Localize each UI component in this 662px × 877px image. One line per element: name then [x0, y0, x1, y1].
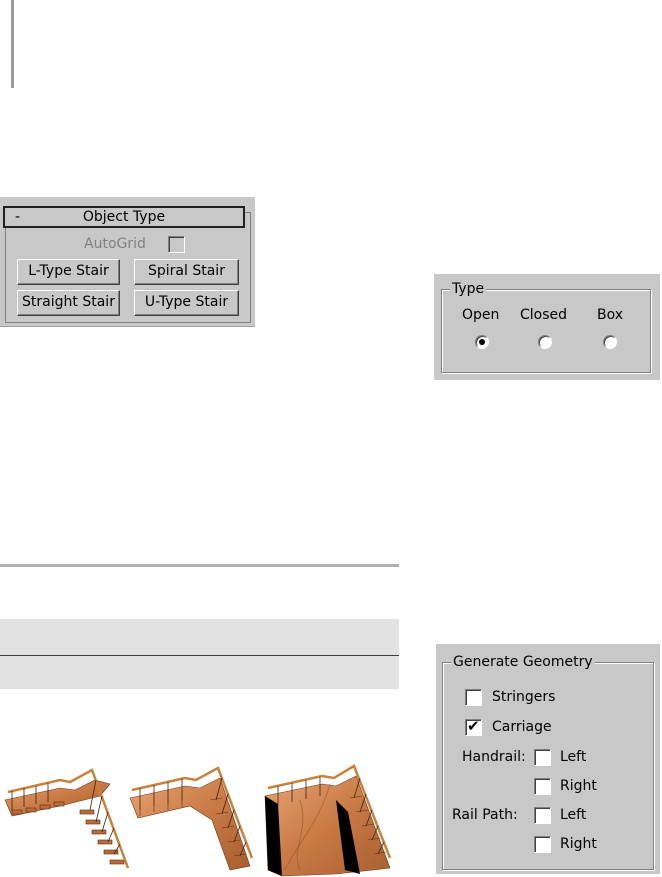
- section-divider: [0, 564, 399, 567]
- stair-illustrations: [4, 764, 392, 877]
- rail-path-left-checkbox[interactable]: [534, 807, 551, 824]
- box-label: Box: [597, 307, 624, 323]
- type-group-title: Type: [450, 280, 487, 298]
- l-type-stair-button[interactable]: L-Type Stair: [17, 259, 120, 285]
- margin-rule: [11, 0, 14, 88]
- straight-stair-button[interactable]: Straight Stair: [17, 290, 120, 316]
- u-type-stair-button[interactable]: U-Type Stair: [134, 290, 239, 316]
- checkmark-icon: ✔: [467, 717, 480, 735]
- box-radio[interactable]: [603, 335, 617, 349]
- rail-path-left-label: Left: [560, 807, 587, 823]
- open-label: Open: [462, 307, 500, 323]
- stringers-checkbox[interactable]: [465, 689, 482, 706]
- rail-path-right-label: Right: [560, 836, 597, 852]
- carriage-label: Carriage: [492, 719, 552, 735]
- object-type-rollout: - Object Type AutoGrid L-Type Stair Spir…: [0, 197, 255, 327]
- object-type-header[interactable]: - Object Type: [3, 206, 245, 228]
- rail-path-right-checkbox[interactable]: [534, 836, 551, 853]
- closed-stair-image: [129, 766, 254, 871]
- type-group-frame: Type: [441, 280, 651, 373]
- generate-geometry-rollout: Generate Geometry Stringers ✔ Carriage H…: [436, 644, 660, 874]
- selected-dot: [479, 339, 485, 345]
- handrail-right-label: Right: [560, 778, 597, 794]
- carriage-checkbox[interactable]: ✔: [465, 717, 482, 736]
- handrail-label: Handrail:: [462, 749, 526, 765]
- rail-path-label: Rail Path:: [452, 807, 518, 823]
- handrail-left-label: Left: [560, 749, 587, 765]
- spiral-stair-button[interactable]: Spiral Stair: [134, 259, 239, 285]
- stringers-label: Stringers: [492, 689, 556, 705]
- closed-label: Closed: [520, 307, 568, 323]
- open-radio[interactable]: [475, 335, 489, 349]
- type-rollout: Type Open Closed Box: [434, 274, 660, 380]
- object-type-title: Object Type: [82, 209, 166, 225]
- open-stair-image: [4, 768, 130, 869]
- handrail-right-checkbox[interactable]: [534, 778, 551, 795]
- table-header-band: [0, 619, 399, 655]
- generate-geometry-title: Generate Geometry: [451, 653, 595, 671]
- autogrid-checkbox[interactable]: [168, 236, 185, 253]
- autogrid-label: AutoGrid: [84, 236, 146, 252]
- box-stair-image: [264, 764, 392, 877]
- closed-radio[interactable]: [538, 335, 552, 349]
- handrail-left-checkbox[interactable]: [534, 749, 551, 766]
- table-row-band: [0, 656, 399, 689]
